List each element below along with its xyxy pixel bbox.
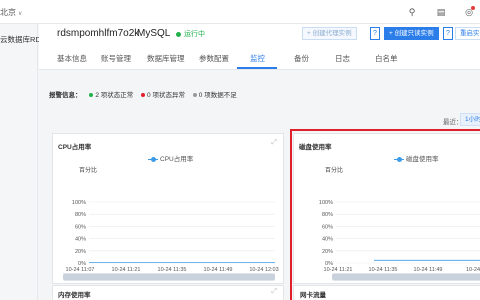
time-range-slider[interactable] [63,273,275,281]
alarm-abnormal: 0 项状态异常 [141,92,185,99]
notification-dot [471,6,475,10]
main-content: rdsmpomhlfm7o2k MySQL 运行中 + 创建代理实例 ? + 创… [39,24,480,300]
tab-monitoring[interactable]: 监控 [250,53,265,64]
tab-parameters[interactable]: 参数配置 [199,53,229,64]
tab-whitelist[interactable]: 白名单 [375,53,398,64]
alarm-summary: 报警信息： 2 项状态正常 0 项状态异常 0 项数据不足 [49,89,243,99]
document-icon[interactable]: ▤ [435,6,447,18]
engine-label: MySQL [137,28,171,39]
y-tick-label: 20% [75,249,86,255]
chevron-down-icon: ∨ [18,11,23,17]
left-sidebar: 云数据库RDS [0,24,46,300]
create-readonly-button[interactable]: + 创建只读实例 [384,27,439,40]
status-badge: 运行中 [184,31,205,38]
status-dot-gray [192,92,197,97]
help-icon[interactable]: ? [443,27,453,40]
cpu-chart: 100%80%60%40%20%0%10-24 11:07 10-24 11:21… [66,200,279,273]
alarm-insufficient: 0 项数据不足 [192,92,237,99]
restart-button[interactable]: 重启实例 [455,27,480,40]
status-dot-red [141,92,146,97]
alarm-abnormal-text: 0 项状态异常 [147,92,185,99]
cpu-chart-panel: CPU占用率 ⤢ CPU占用率 百分比 100% 80% 60% 40% 20% 0% 10… [52,133,284,284]
period-1h-button[interactable]: 1小时 [460,113,480,126]
instance-id: rdsmpomhlfm7o2k [57,28,140,39]
tab-backup[interactable]: 备份 [294,53,309,64]
alarm-normal: 2 项状态正常 [89,92,133,99]
instance-header: rdsmpomhlfm7o2k MySQL 运行中 + 创建代理实例 ? + 创… [39,24,480,46]
create-proxy-button[interactable]: + 创建代理实例 [302,27,357,40]
network-chart-panel: 网卡流量 [293,285,480,300]
y-tick-label: 60% [75,224,86,230]
slider-fill [63,274,275,280]
status-dot [176,31,181,37]
y-tick-label: 80% [75,212,86,218]
alarm-normal-text: 2 项状态正常 [95,92,134,99]
tab-basic-info[interactable]: 基本信息 [57,53,87,64]
help-icon[interactable]: ? [370,27,380,40]
memory-chart-panel: 内存使用率 ⤢ [52,285,284,300]
region-label: 北京 [0,8,16,17]
tab-logs[interactable]: 日志 [335,53,350,64]
tab-accounts[interactable]: 账号管理 [101,53,131,64]
chart-title: 网卡流量 [300,292,326,299]
alarm-label: 报警信息： [49,92,82,99]
tab-databases[interactable]: 数据库管理 [147,53,185,64]
y-tick-label: 40% [75,237,86,243]
highlight-box [290,129,480,300]
top-bar: 北京 ∨ ⚲ ▤ ◎ [0,0,480,24]
chart-title: 内存使用率 [58,292,91,299]
alarm-insufficient-text: 0 项数据不足 [198,92,237,99]
bell-icon[interactable]: ◎ [463,6,475,18]
active-tab-indicator [237,67,277,69]
region-selector[interactable]: 北京 ∨ [0,7,22,18]
expand-icon[interactable]: ⤢ [271,288,277,296]
search-icon[interactable]: ⚲ [406,6,418,18]
y-tick-label: 100% [72,200,86,206]
status-dot-green [89,92,94,97]
tab-bar: 基本信息 账号管理 数据库管理 参数配置 监控 备份 日志 白名单 [39,46,480,70]
